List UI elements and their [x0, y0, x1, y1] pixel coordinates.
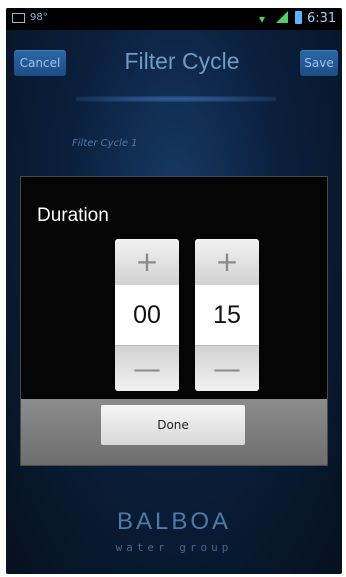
done-button[interactable]: Done [101, 405, 245, 445]
hours-increment-button[interactable]: + [115, 239, 179, 286]
screenshot: 98° ▾ 6:31 Cancel Filter Cycle Save Filt… [0, 0, 346, 577]
duration-dialog: Duration + 00 — + 15 — Done [20, 176, 328, 466]
minutes-increment-button[interactable]: + [195, 239, 259, 286]
dialog-footer: Done [21, 399, 327, 465]
status-time: 6:31 [307, 11, 337, 26]
status-bar: 98° ▾ 6:31 [6, 8, 342, 30]
save-button[interactable]: Save [300, 50, 338, 76]
battery-icon [295, 11, 302, 24]
phone-screen: 98° ▾ 6:31 Cancel Filter Cycle Save Filt… [6, 8, 342, 574]
screen-title: Filter Cycle [124, 48, 240, 74]
dialog-title: Duration [37, 205, 109, 226]
picture-icon [12, 13, 25, 23]
header-divider [76, 96, 276, 102]
cancel-button[interactable]: Cancel [14, 50, 66, 76]
minutes-picker: + 15 — [195, 239, 259, 391]
balboa-logo: BALBOA [116, 508, 232, 535]
hours-decrement-button[interactable]: — [115, 345, 179, 391]
wifi-icon: ▾ [259, 12, 266, 26]
filter-cycle-label[interactable]: Filter Cycle 1 [72, 138, 138, 149]
hours-picker: + 00 — [115, 239, 179, 391]
minutes-value-field[interactable]: 15 [195, 285, 259, 345]
minutes-decrement-button[interactable]: — [195, 345, 259, 391]
logo-tagline: water group [115, 541, 233, 554]
hours-value-field[interactable]: 00 [115, 285, 179, 345]
signal-icon [276, 11, 288, 23]
status-temperature: 98° [30, 12, 48, 23]
